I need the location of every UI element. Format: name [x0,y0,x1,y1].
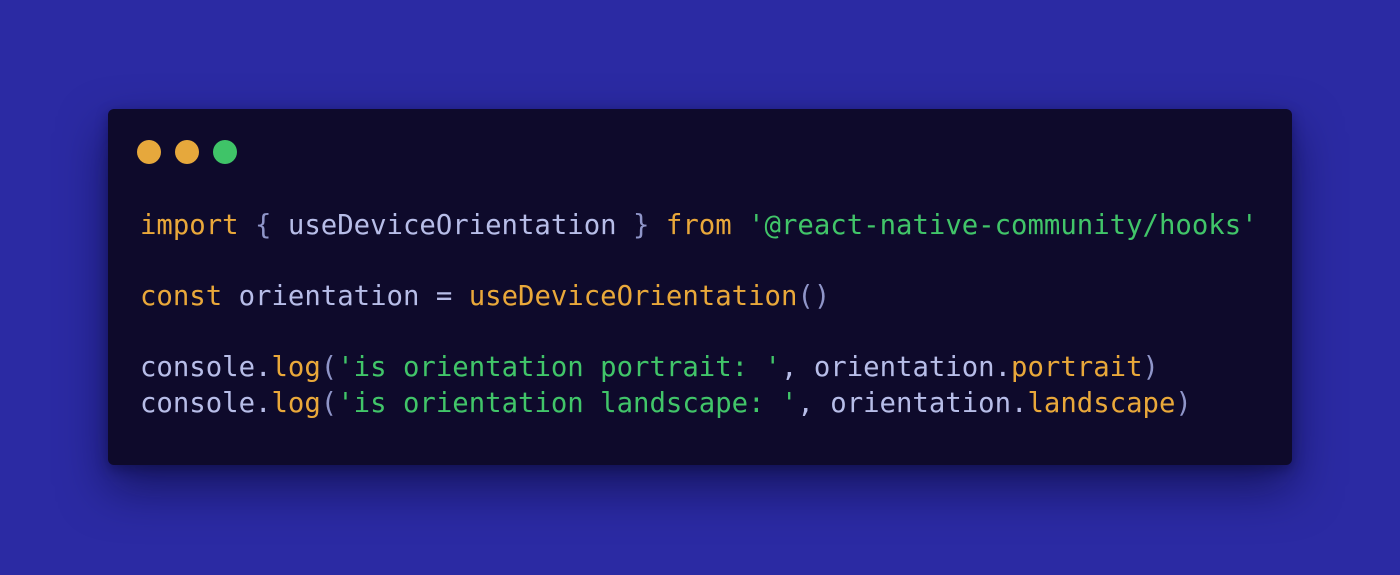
paren-open: ( [320,352,338,383]
call-parens: () [797,281,831,312]
keyword-from: from [665,210,732,241]
console-object: console. [140,388,272,419]
code-block: import { useDeviceOrientation } from '@r… [140,208,1258,422]
window-controls [137,140,237,164]
log-string: 'is orientation landscape: ' [337,388,798,419]
code-line-log-portrait: console.log('is orientation portrait: ',… [140,350,1258,386]
log-method: log [271,388,321,419]
portrait-property: portrait [1011,352,1143,383]
assignment-operator: = [435,281,469,312]
minimize-dot[interactable] [175,140,199,164]
orientation-ref: , orientation. [797,388,1028,419]
module-string: '@react-native-community/hooks' [748,210,1258,241]
keyword-import: import [140,210,239,241]
code-line-const: const orientation = useDeviceOrientation… [140,279,1258,315]
keyword-const: const [140,281,223,312]
paren-close: ) [1142,352,1159,383]
code-line-log-landscape: console.log('is orientation landscape: '… [140,386,1258,422]
brace-close: } [633,210,650,241]
landscape-property: landscape [1027,388,1176,419]
log-string: 'is orientation portrait: ' [337,352,781,383]
close-dot[interactable] [137,140,161,164]
orientation-ref: , orientation. [780,352,1012,383]
paren-open: ( [320,388,338,419]
code-window: import { useDeviceOrientation } from '@r… [108,109,1292,465]
code-line-import: import { useDeviceOrientation } from '@r… [140,208,1258,244]
variable-name: orientation [222,281,436,312]
hook-call: useDeviceOrientation [468,281,798,312]
console-object: console. [140,352,272,383]
brace-open: { [255,210,272,241]
imported-name: useDeviceOrientation [271,210,634,241]
maximize-dot[interactable] [213,140,237,164]
paren-close: ) [1175,388,1192,419]
log-method: log [271,352,321,383]
